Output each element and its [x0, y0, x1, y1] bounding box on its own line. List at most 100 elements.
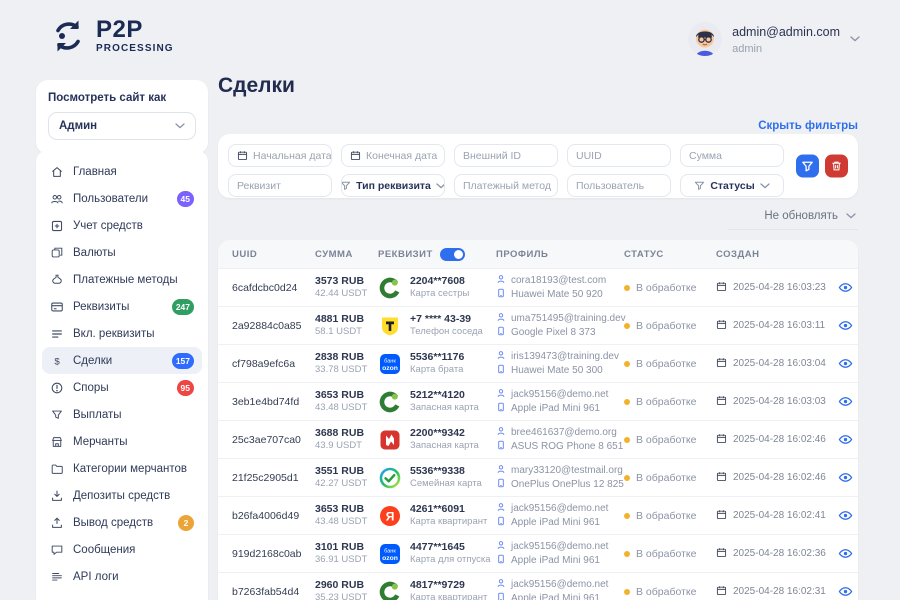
deal-status: В обработке	[624, 320, 716, 332]
view-deal-button[interactable]	[833, 470, 858, 485]
sidebar-item-merchants[interactable]: Мерчанты	[42, 428, 202, 455]
view-site-as-select[interactable]: Админ	[48, 112, 196, 140]
deal-amount: 4881 RUB 58.1 USDT	[315, 313, 365, 337]
table-row: 3eb1e4bd74fd 3653 RUB 43.48 USDT 5212**4120…	[218, 382, 858, 420]
requisite-type-dropdown[interactable]: Тип реквизита	[341, 174, 445, 197]
external-id-input[interactable]: Внешний ID	[454, 144, 558, 167]
view-deal-button[interactable]	[833, 584, 858, 599]
sidebar-item-withdrawals[interactable]: Вывод средств 2	[42, 509, 202, 536]
end-date-input[interactable]: Конечная дата	[341, 144, 445, 167]
filters-row-2: Реквизит Тип реквизита Платежный метод Поль…	[228, 174, 848, 197]
clear-filters-button[interactable]	[825, 154, 848, 178]
svg-text:ozon: ozon	[382, 555, 398, 562]
sidebar-item-payouts[interactable]: Выплаты	[42, 401, 202, 428]
brand-logo: P2P PROCESSING	[48, 16, 174, 56]
table-header: UUID СУММА РЕКВИЗИТ ПРОФИЛЬ СТАТУС СОЗДА…	[218, 240, 858, 268]
deal-status: В обработке	[624, 510, 716, 522]
chevron-down-icon	[436, 182, 444, 189]
sidebar-item-deposits[interactable]: Депозиты средств	[42, 482, 202, 509]
status-dot	[624, 474, 630, 481]
sidebar-item-disputes[interactable]: Споры 95	[42, 374, 202, 401]
deal-uuid: cf798a9efc6a	[232, 357, 296, 370]
count-badge: 157	[171, 352, 194, 369]
ozon-bank-icon: банк ozon	[378, 352, 402, 376]
deal-created: 2025-04-28 16:02:41	[716, 509, 833, 523]
sidebar-item-currencies[interactable]: Валюты	[42, 239, 202, 266]
deal-status: В обработке	[624, 472, 716, 484]
count-badge: 247	[171, 298, 194, 315]
requisites-icon	[50, 300, 64, 314]
table-body: 6cafdcbc0d24 3573 RUB 42.44 USDT 2204**7608…	[218, 268, 858, 600]
deal-uuid: b7263fab54d4	[232, 585, 300, 598]
sidebar-item-users[interactable]: Пользователи 45	[42, 185, 202, 212]
sidebar-item-home[interactable]: Главная	[42, 158, 202, 185]
included-requisites-icon	[50, 327, 64, 341]
user-input[interactable]: Пользователь	[567, 174, 671, 197]
filter-placeholder: Пользователь	[576, 179, 645, 192]
status-dot	[624, 360, 630, 367]
apply-filters-button[interactable]	[796, 154, 819, 178]
view-deal-button[interactable]	[833, 546, 858, 561]
statuses-dropdown[interactable]: Статусы	[680, 174, 784, 197]
filter-placeholder: Начальная дата	[253, 149, 332, 162]
person-icon	[496, 426, 506, 440]
start-date-input[interactable]: Начальная дата	[228, 144, 332, 167]
sidebar-item-label: Мерчанты	[73, 435, 128, 448]
sidebar-item-api-logs[interactable]: API логи	[42, 563, 202, 590]
view-deal-button[interactable]	[833, 356, 858, 371]
sidebar-item-deals[interactable]: $ Сделки 157	[42, 347, 202, 374]
person-icon	[496, 274, 506, 288]
amount-input[interactable]: Сумма	[680, 144, 784, 167]
deal-requisite: 5212**4120 Запасная карта	[378, 389, 496, 413]
sidebar-item-payment-methods[interactable]: Платежные методы	[42, 266, 202, 293]
account-menu[interactable]: admin@admin.com admin	[688, 22, 860, 56]
view-deal-button[interactable]	[833, 432, 858, 447]
person-icon	[496, 312, 506, 326]
deal-amount: 3573 RUB 42.44 USDT	[315, 275, 368, 299]
payment-method-input[interactable]: Платежный метод	[454, 174, 558, 197]
hide-filters-link[interactable]: Скрыть фильтры	[758, 120, 858, 132]
person-icon	[496, 502, 506, 516]
sidebar-item-messages[interactable]: Сообщения	[42, 536, 202, 563]
requisite-toggle[interactable]	[439, 247, 465, 261]
p2p-sync-icon	[56, 20, 80, 52]
view-deal-button[interactable]	[833, 394, 858, 409]
table-row: b26fa4006d49 3653 RUB 43.48 USDT Я 4261**609…	[218, 496, 858, 534]
requisite-input[interactable]: Реквизит	[228, 174, 332, 197]
svg-text:банк: банк	[384, 548, 396, 554]
deals-icon: $	[50, 354, 64, 368]
column-header-requisite: РЕКВИЗИТ	[378, 247, 496, 261]
sidebar-item-funds-ledger[interactable]: Учет средств	[42, 212, 202, 239]
status-dot	[624, 398, 630, 405]
payment-methods-icon	[50, 273, 64, 287]
deal-requisite: Я 4261**6091 Карта квартирант	[378, 503, 496, 527]
calendar-icon	[716, 585, 727, 599]
sidebar-item-included-requisites[interactable]: Вкл. реквизиты	[42, 320, 202, 347]
red-bank-icon	[378, 428, 402, 452]
refresh-select[interactable]: Не обновлять	[728, 210, 858, 230]
sidebar-item-label: Реквизиты	[73, 300, 130, 313]
deal-amount: 3688 RUB 43.9 USDT	[315, 427, 365, 451]
currencies-icon	[50, 246, 64, 260]
refresh-value: Не обновлять	[764, 210, 838, 222]
brand-subtitle: PROCESSING	[96, 43, 174, 54]
deal-created: 2025-04-28 16:02:46	[716, 471, 833, 485]
filters-row-1: Начальная дата Конечная дата Внешний ID UUI…	[228, 144, 848, 167]
table-row: 21f25c2905d1 3551 RUB 42.27 USDT 5536**9338…	[218, 458, 858, 496]
deals-table: UUID СУММА РЕКВИЗИТ ПРОФИЛЬ СТАТУС СОЗДА…	[218, 240, 858, 600]
api-logs-icon	[50, 570, 64, 584]
deal-requisite: 5536**9338 Семейная карта	[378, 465, 496, 489]
uuid-input[interactable]: UUID	[567, 144, 671, 167]
sidebar-item-merchant-categories[interactable]: Категории мерчантов	[42, 455, 202, 482]
deal-uuid: 21f25c2905d1	[232, 471, 299, 484]
view-deal-button[interactable]	[833, 280, 858, 295]
deal-status: В обработке	[624, 358, 716, 370]
funds-ledger-icon	[50, 219, 64, 233]
funnel-icon	[802, 161, 813, 172]
view-deal-button[interactable]	[833, 318, 858, 333]
deal-requisite: +7 **** 43-39 Телефон соседа	[378, 313, 496, 337]
view-deal-button[interactable]	[833, 508, 858, 523]
phone-icon	[496, 288, 506, 302]
deal-amount: 2838 RUB 33.78 USDT	[315, 351, 368, 375]
sidebar-item-requisites[interactable]: Реквизиты 247	[42, 293, 202, 320]
